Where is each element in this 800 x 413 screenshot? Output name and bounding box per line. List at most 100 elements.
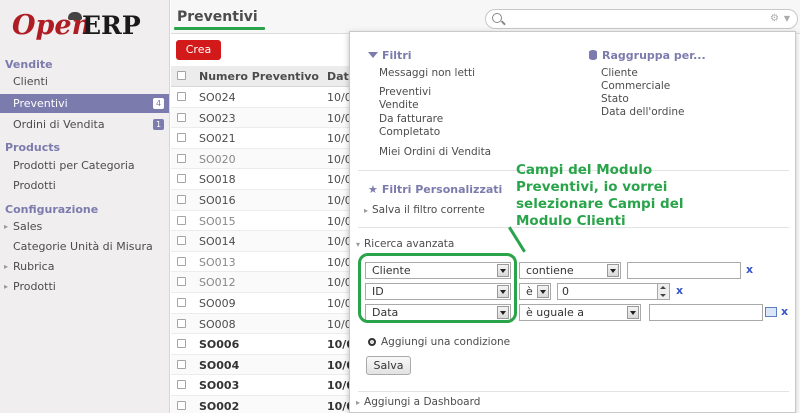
condition-operator-value: è uguale a [526,306,584,319]
search-input[interactable]: ⚙ ▼ [485,9,798,29]
sidebar-item-label: Categorie Unità di Misura [13,240,153,253]
quotation-number: SO006 [199,338,240,352]
quotation-number: SO014 [199,235,236,249]
condition-value-input[interactable] [627,262,741,279]
column-header-numero[interactable]: Numero Preventivo [199,70,319,83]
select-all-checkbox[interactable] [177,71,186,80]
row-checkbox[interactable] [177,153,186,163]
filter-option[interactable]: Preventivi [379,86,431,98]
quotation-date: 10/0 [327,255,352,269]
save-current-filter[interactable]: ▸ Salva il filtro corrente [364,204,485,216]
condition-value-stepper[interactable]: 0 [557,283,670,300]
table-row[interactable]: SO015 10/0 [171,211,356,232]
filter-option[interactable]: Da fatturare [379,113,443,125]
table-row[interactable]: SO008 10/0 [171,313,356,335]
table-row[interactable]: SO004 10/0 [171,354,356,376]
sidebar: Open ERP Vendite Clienti Preventivi 4 Ord… [0,0,170,413]
row-checkbox[interactable] [177,380,186,390]
filter-option[interactable]: Vendite [379,99,419,111]
condition-date-input[interactable] [649,304,763,321]
quotation-number: SO015 [199,214,236,228]
sidebar-item-categorie-unita[interactable]: Categorie Unità di Misura [0,237,169,256]
sidebar-item-label: Rubrica [13,260,55,273]
groupby-option[interactable]: Data dell'ordine [601,106,685,118]
filters-title: Filtri [382,49,412,62]
remove-condition-button[interactable]: x [676,284,683,297]
quotation-number: SO002 [199,399,240,413]
caret-right-icon: ▸ [4,222,9,231]
sidebar-item-preventivi[interactable]: Preventivi 4 [0,94,169,113]
add-to-dashboard-toggle[interactable]: ▸ Aggiungi a Dashboard [356,396,480,408]
table-row[interactable]: SO012 10/0 [171,272,356,293]
save-button[interactable]: Salva [366,356,411,375]
sidebar-item-sales[interactable]: ▸ Sales [0,217,169,236]
row-checkbox[interactable] [177,339,186,349]
quotation-number: SO016 [199,193,236,207]
condition-operator-select[interactable]: è [519,283,551,300]
condition-value-text: 0 [562,285,569,298]
row-checkbox[interactable] [177,297,186,307]
table-row[interactable]: SO016 10/0 [171,189,356,211]
sidebar-item-clienti[interactable]: Clienti [0,72,169,91]
row-checkbox[interactable] [177,400,186,410]
table-row[interactable]: SO018 10/0 [171,169,356,190]
sidebar-item-prodotti-config[interactable]: ▸ Prodotti [0,277,169,296]
row-checkbox[interactable] [177,256,186,266]
stepper-arrows-icon[interactable] [657,284,669,299]
sidebar-item-label: Prodotti per Categoria [13,159,135,172]
caret-right-icon: ▸ [4,282,9,291]
create-button[interactable]: Crea [176,40,221,60]
row-checkbox[interactable] [177,277,186,287]
row-checkbox[interactable] [177,359,186,369]
row-checkbox[interactable] [177,215,186,225]
remove-condition-button[interactable]: x [781,305,788,318]
chevron-down-icon[interactable]: ▼ [784,14,790,23]
filter-option[interactable]: Miei Ordini di Vendita [379,146,491,158]
sidebar-item-ordini-di-vendita[interactable]: Ordini di Vendita 1 [0,115,169,134]
condition-operator-select[interactable]: è uguale a [519,304,641,321]
table-row[interactable]: SO003 10/0 [171,375,356,396]
filter-option[interactable]: Messaggi non letti [379,67,475,79]
groupby-option[interactable]: Commerciale [601,80,670,92]
advanced-search-toggle[interactable]: ▾ Ricerca avanzata [356,238,454,250]
table-row[interactable]: SO013 10/0 [171,252,356,273]
sidebar-item-prodotti[interactable]: Prodotti [0,176,169,195]
table-row[interactable]: SO009 10/0 [171,293,356,314]
table-row[interactable]: SO014 10/0 [171,231,356,252]
table-row[interactable]: SO023 10/0 [171,107,356,129]
table-row[interactable]: SO021 10/0 [171,128,356,149]
groupby-option[interactable]: Cliente [601,67,638,79]
add-condition-link[interactable]: Aggiungi una condizione [368,336,510,348]
condition-operator-select[interactable]: contiene [519,262,621,279]
row-checkbox[interactable] [177,133,186,143]
logo-erp-text: ERP [82,11,141,40]
gear-icon[interactable]: ⚙ [770,13,779,24]
quotation-number: SO021 [199,132,236,146]
advanced-search-label: Ricerca avanzata [364,238,455,250]
row-checkbox[interactable] [177,318,186,328]
sidebar-section-configurazione: Configurazione [5,203,99,216]
panel-divider [358,391,789,392]
table-row[interactable]: SO006 10/0 [171,334,356,355]
quotations-table: Numero Preventivo Data SO024 10/0 SO023 10/… [171,66,356,413]
annotation-text: Campi del Modulo Preventivi, io vorrei s… [516,162,684,229]
row-checkbox[interactable] [177,112,186,122]
quotation-number: SO009 [199,296,236,310]
sidebar-item-rubrica[interactable]: ▸ Rubrica [0,257,169,276]
openerp-logo[interactable]: Open ERP [12,10,162,48]
row-checkbox[interactable] [177,236,186,246]
row-checkbox[interactable] [177,174,186,184]
table-row[interactable]: SO024 10/0 [171,87,356,108]
quotation-date: 10/0 [327,235,352,249]
groupby-option[interactable]: Stato [601,93,629,105]
table-row[interactable]: SO002 10/0 [171,395,356,413]
row-checkbox[interactable] [177,92,186,101]
sidebar-item-label: Prodotti [13,179,56,192]
filter-option[interactable]: Completato [379,126,440,138]
calendar-icon[interactable] [765,307,777,317]
table-row[interactable]: SO020 10/0 [171,148,356,170]
chevron-down-icon [627,306,639,319]
remove-condition-button[interactable]: x [746,263,753,276]
row-checkbox[interactable] [177,194,186,204]
sidebar-item-prodotti-per-categoria[interactable]: Prodotti per Categoria [0,156,169,175]
